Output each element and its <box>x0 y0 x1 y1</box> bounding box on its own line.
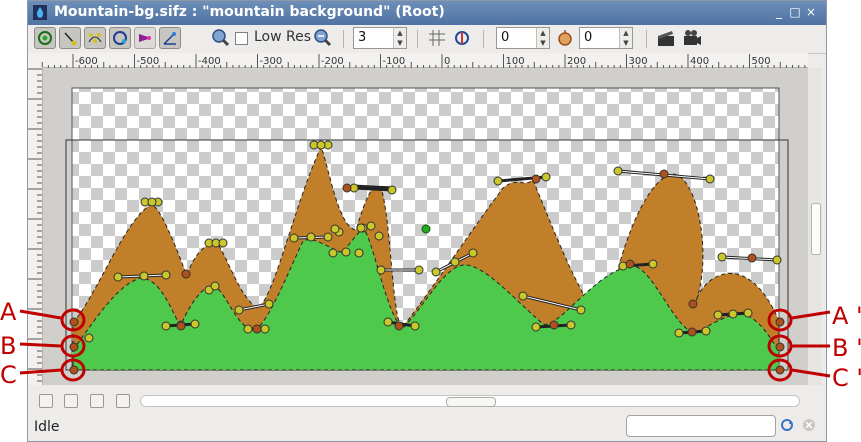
toolbar-separator <box>646 30 647 48</box>
annotation-label-a-prime: A ' <box>832 302 861 330</box>
ruler-tick-label: 0 <box>444 56 450 67</box>
zoom-width-button[interactable] <box>90 394 104 408</box>
grid-icon[interactable] <box>427 28 447 48</box>
zoom-fit-button[interactable] <box>39 394 53 408</box>
title-bar: Mountain-bg.sifz : "mountain background"… <box>28 1 826 25</box>
status-text: Idle <box>34 419 60 435</box>
window-title: Mountain-bg.sifz : "mountain background"… <box>54 4 445 20</box>
angle-duck-icon <box>163 32 176 45</box>
zoom-out-icon[interactable] <box>313 28 333 48</box>
past-keyframes-spinbox[interactable]: 0 ▲ ▼ <box>496 27 550 49</box>
ruler-tick-label: 400 <box>690 56 709 67</box>
show-width-ducks-button[interactable] <box>134 27 156 49</box>
show-angle-ducks-button[interactable] <box>159 27 181 49</box>
vertical-scrollbar[interactable] <box>808 68 822 385</box>
work-area[interactable] <box>43 68 808 385</box>
progress-field <box>626 415 776 437</box>
show-radius-ducks-button[interactable] <box>109 27 131 49</box>
stop-icon[interactable] <box>802 418 816 432</box>
toggle-ducks-button[interactable] <box>34 27 56 49</box>
annotation-label-c: C <box>0 361 17 389</box>
vertex-duck-icon <box>88 33 102 43</box>
onion-icon[interactable] <box>555 28 575 48</box>
spin-arrows[interactable]: ▲ ▼ <box>536 28 549 48</box>
synfig-app-icon <box>33 5 47 20</box>
future-value: 0 <box>584 30 593 45</box>
ruler-tick-label: 200 <box>567 56 586 67</box>
horizontal-ruler-ticks: -600 -500 -400 -300 -200 -100 0 100 200 300 400 500… <box>41 54 826 68</box>
vertical-scroll-thumb[interactable] <box>811 203 821 255</box>
ruler-tick-label: -500 <box>137 56 160 67</box>
horizontal-ruler: -600 -500 -400 -300 -200 -100 0 100 200 300 400 500… <box>28 53 826 68</box>
ruler-tick-label: -100 <box>383 56 406 67</box>
zoom-height-button[interactable] <box>116 394 130 408</box>
annotation-label-b: B <box>0 332 16 360</box>
preview-camera-icon[interactable] <box>682 28 702 48</box>
low-res-checkbox[interactable] <box>235 32 248 45</box>
target-icon <box>38 31 52 45</box>
annotation-label-b-prime: B ' <box>832 334 861 362</box>
ruler-tick-label: -400 <box>198 56 221 67</box>
toolbar-separator <box>483 30 484 48</box>
width-duck-icon <box>139 34 151 42</box>
horizontal-scrollbar[interactable] <box>140 395 800 407</box>
ruler-tick-label: -600 <box>75 56 98 67</box>
quality-spinbox[interactable]: 3 ▲ ▼ <box>353 27 407 49</box>
future-keyframes-spinbox[interactable]: 0 ▲ ▼ <box>579 27 633 49</box>
refresh-icon[interactable] <box>780 418 794 432</box>
render-clapboard-icon[interactable] <box>656 28 676 48</box>
status-bar: Idle <box>28 415 826 441</box>
low-res-label: Low Res <box>254 29 312 45</box>
ruler-tick-label: -300 <box>260 56 283 67</box>
spin-arrows[interactable]: ▲ ▼ <box>393 28 406 48</box>
minimize-icon[interactable]: _ <box>772 5 786 19</box>
annotation-label-a: A <box>0 298 17 326</box>
vertical-ruler-ticks <box>28 68 42 382</box>
past-value: 0 <box>501 30 510 45</box>
app-window: Mountain-bg.sifz : "mountain background"… <box>27 0 827 442</box>
ruler-tick-label: -200 <box>321 56 344 67</box>
toolbar-separator <box>343 30 344 48</box>
origin-duck[interactable] <box>421 224 431 234</box>
ruler-tick-label: 500 <box>752 56 771 67</box>
vertical-ruler <box>28 67 43 385</box>
annotation-label-c-prime: C ' <box>832 364 861 392</box>
spin-arrows[interactable]: ▲ ▼ <box>619 28 632 48</box>
zoom-100-button[interactable] <box>64 394 78 408</box>
close-icon[interactable]: × <box>804 5 818 19</box>
position-duck-icon <box>64 32 77 46</box>
maximize-icon[interactable]: □ <box>788 5 802 19</box>
ruler-tick-label: 300 <box>629 56 648 67</box>
show-vertex-ducks-button[interactable] <box>84 27 106 49</box>
canvas-toolbar: Low Res 3 ▲ ▼ 0 ▲ ▼ 0 ▲ ▼ <box>28 25 826 54</box>
zoom-in-icon[interactable] <box>211 28 231 48</box>
radius-duck-icon <box>113 31 127 45</box>
ruler-tick-label: 100 <box>506 56 525 67</box>
canvas-bottom-bar <box>28 387 826 415</box>
onion-skin-icon[interactable] <box>452 28 472 48</box>
quality-value: 3 <box>358 30 367 45</box>
show-position-ducks-button[interactable] <box>59 27 81 49</box>
canvas-svg[interactable] <box>43 68 808 385</box>
horizontal-scroll-thumb[interactable] <box>446 397 496 407</box>
toolbar-separator <box>417 30 418 48</box>
